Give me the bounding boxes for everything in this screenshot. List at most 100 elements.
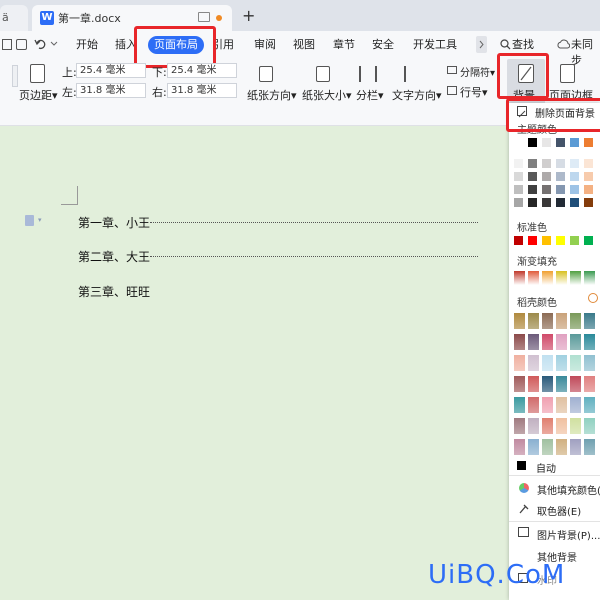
top-margin-input[interactable]: 25.4 毫米	[76, 63, 146, 78]
theme-color-swatch[interactable]	[542, 198, 551, 207]
menu-review[interactable]: 审阅	[254, 37, 276, 53]
daoke-color-grid[interactable]	[514, 313, 598, 455]
standard-color-swatch[interactable]	[528, 236, 537, 245]
theme-color-swatch[interactable]	[528, 159, 537, 168]
theme-color-swatch[interactable]	[556, 138, 565, 147]
theme-color-swatch[interactable]	[570, 138, 579, 147]
monitor-icon[interactable]	[198, 12, 210, 22]
theme-color-swatch[interactable]	[514, 172, 523, 181]
menu-security[interactable]: 安全	[372, 37, 394, 53]
daoke-color-swatch[interactable]	[556, 334, 567, 350]
theme-color-grid[interactable]	[514, 138, 598, 218]
daoke-color-swatch[interactable]	[570, 355, 581, 371]
search-label[interactable]: 查找	[512, 37, 534, 53]
picture-background-item[interactable]: 图片背景(P)...	[537, 527, 600, 542]
daoke-color-swatch[interactable]	[584, 355, 595, 371]
daoke-color-swatch[interactable]	[570, 418, 581, 434]
theme-color-swatch[interactable]	[528, 172, 537, 181]
new-tab-button[interactable]: +	[242, 6, 255, 26]
daoke-color-swatch[interactable]	[570, 376, 581, 392]
toc-line-3[interactable]: 第三章、旺旺	[78, 283, 150, 300]
theme-color-swatch[interactable]	[542, 159, 551, 168]
daoke-color-swatch[interactable]	[584, 334, 595, 350]
standard-color-swatch[interactable]	[514, 236, 523, 245]
menu-chapter[interactable]: 章节	[333, 37, 355, 53]
theme-color-swatch[interactable]	[514, 185, 523, 194]
chevron-down-icon[interactable]	[50, 41, 58, 47]
daoke-color-swatch[interactable]	[570, 334, 581, 350]
theme-color-swatch[interactable]	[528, 138, 537, 147]
standard-color-row[interactable]	[514, 236, 598, 246]
theme-color-swatch[interactable]	[570, 172, 579, 181]
theme-color-swatch[interactable]	[556, 185, 565, 194]
daoke-color-swatch[interactable]	[584, 439, 595, 455]
sync-status[interactable]: 未同步	[571, 37, 600, 69]
theme-color-swatch[interactable]	[528, 198, 537, 207]
daoke-color-swatch[interactable]	[528, 418, 539, 434]
orientation-button[interactable]: 纸张方向▾	[247, 87, 297, 103]
theme-color-swatch[interactable]	[556, 159, 565, 168]
standard-color-swatch[interactable]	[556, 236, 565, 245]
theme-color-swatch[interactable]	[584, 159, 593, 168]
daoke-color-swatch[interactable]	[570, 439, 581, 455]
daoke-color-swatch[interactable]	[570, 397, 581, 413]
gradient-swatch[interactable]	[570, 271, 581, 285]
gradient-color-row[interactable]	[514, 271, 598, 287]
daoke-color-swatch[interactable]	[514, 355, 525, 371]
theme-color-swatch[interactable]	[584, 138, 593, 147]
document-outline-icon[interactable]	[25, 215, 34, 226]
theme-color-swatch[interactable]	[514, 138, 523, 147]
theme-color-swatch[interactable]	[542, 185, 551, 194]
daoke-color-swatch[interactable]	[542, 418, 553, 434]
theme-color-swatch[interactable]	[570, 185, 579, 194]
theme-color-swatch[interactable]	[542, 138, 551, 147]
daoke-color-swatch[interactable]	[514, 376, 525, 392]
columns-button[interactable]: 分栏▾	[356, 87, 384, 103]
daoke-icon[interactable]	[588, 293, 598, 303]
daoke-color-swatch[interactable]	[556, 313, 567, 329]
gradient-swatch[interactable]	[542, 271, 553, 285]
margins-button[interactable]: 页边距▾	[19, 87, 58, 103]
daoke-color-swatch[interactable]	[528, 334, 539, 350]
daoke-color-swatch[interactable]	[584, 418, 595, 434]
daoke-color-swatch[interactable]	[542, 397, 553, 413]
daoke-color-swatch[interactable]	[584, 313, 595, 329]
daoke-color-swatch[interactable]	[556, 376, 567, 392]
gradient-swatch[interactable]	[514, 271, 525, 285]
theme-color-swatch[interactable]	[584, 172, 593, 181]
text-direction-button[interactable]: 文字方向▾	[392, 87, 442, 103]
theme-color-swatch[interactable]	[514, 159, 523, 168]
cloud-icon[interactable]	[557, 39, 570, 50]
daoke-color-swatch[interactable]	[542, 334, 553, 350]
theme-color-swatch[interactable]	[556, 172, 565, 181]
theme-color-swatch[interactable]	[570, 198, 579, 207]
daoke-color-swatch[interactable]	[570, 313, 581, 329]
theme-color-swatch[interactable]	[542, 172, 551, 181]
gradient-swatch[interactable]	[584, 271, 595, 285]
more-fill-colors-item[interactable]: 其他填充颜色(	[537, 482, 600, 497]
print-icon[interactable]	[2, 39, 12, 50]
standard-color-swatch[interactable]	[542, 236, 551, 245]
daoke-color-swatch[interactable]	[528, 376, 539, 392]
standard-color-swatch[interactable]	[584, 236, 593, 245]
daoke-color-swatch[interactable]	[528, 313, 539, 329]
menu-start[interactable]: 开始	[76, 37, 98, 53]
preview-icon[interactable]	[16, 39, 27, 50]
gradient-swatch[interactable]	[528, 271, 539, 285]
daoke-color-swatch[interactable]	[556, 418, 567, 434]
daoke-color-swatch[interactable]	[514, 397, 525, 413]
separator-button[interactable]: 分隔符▾	[460, 64, 495, 79]
daoke-color-swatch[interactable]	[542, 313, 553, 329]
bottom-margin-input[interactable]: 25.4 毫米	[167, 63, 237, 78]
standard-color-swatch[interactable]	[570, 236, 579, 245]
daoke-color-swatch[interactable]	[514, 418, 525, 434]
toc-line-2[interactable]: 第二章、大王	[78, 248, 150, 265]
daoke-color-swatch[interactable]	[514, 313, 525, 329]
daoke-color-swatch[interactable]	[556, 355, 567, 371]
daoke-color-swatch[interactable]	[514, 439, 525, 455]
daoke-color-swatch[interactable]	[584, 376, 595, 392]
theme-color-swatch[interactable]	[570, 159, 579, 168]
menu-view[interactable]: 视图	[293, 37, 315, 53]
daoke-color-swatch[interactable]	[556, 439, 567, 455]
more-menu-button[interactable]	[476, 36, 487, 53]
